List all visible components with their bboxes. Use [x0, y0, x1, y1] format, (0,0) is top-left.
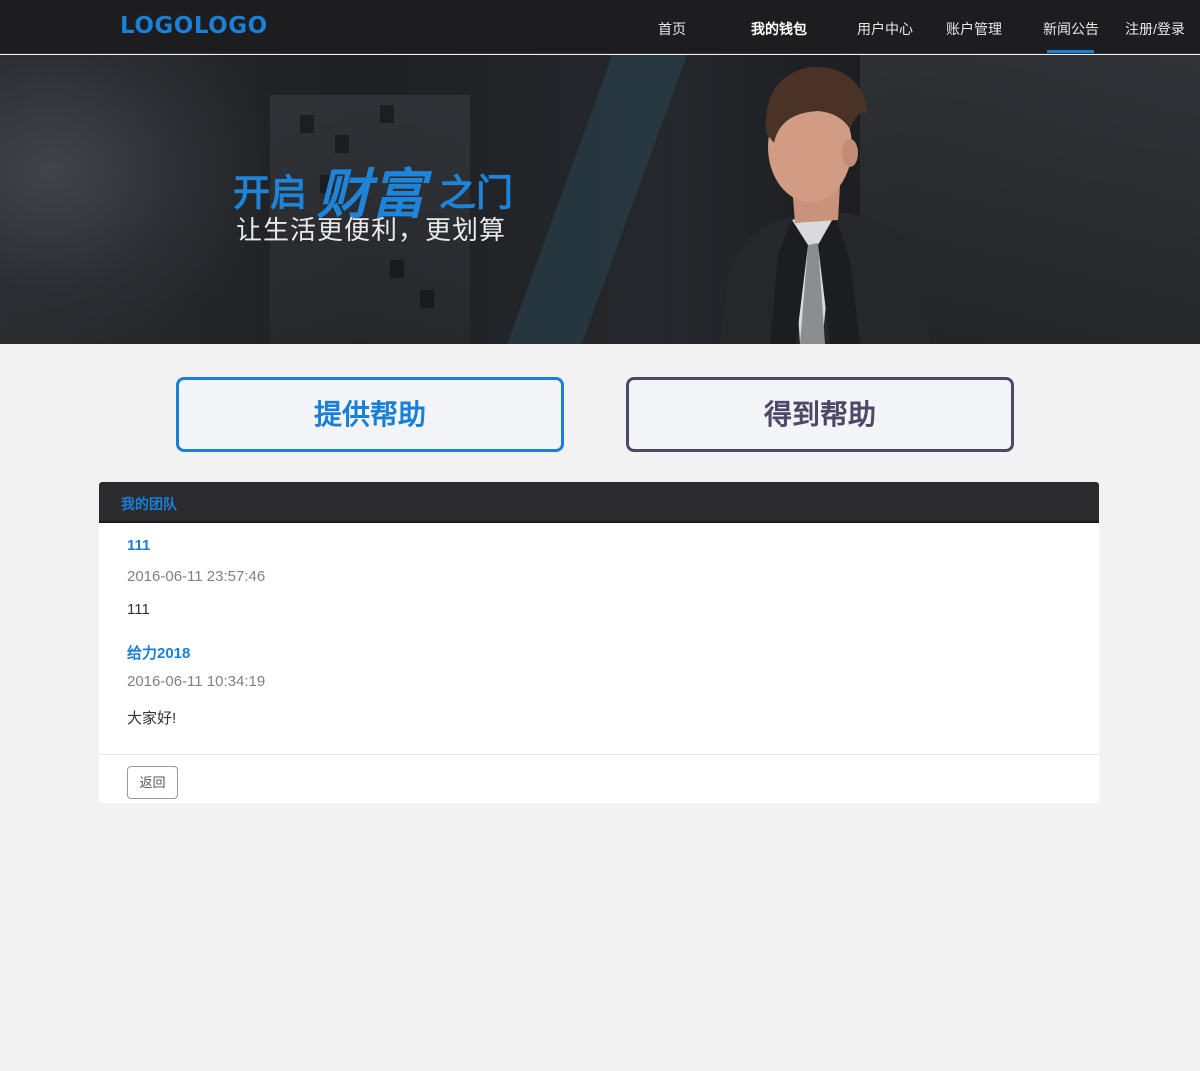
nav-active-indicator — [1047, 50, 1094, 53]
top-navbar: LOGOLOGO 首页 我的钱包 用户中心 账户管理 新闻公告 注册/登录 — [0, 0, 1200, 54]
nav-item-account-management[interactable]: 账户管理 — [946, 19, 1002, 39]
nav-item-user-center[interactable]: 用户中心 — [857, 19, 913, 39]
nav-item-news[interactable]: 新闻公告 — [1043, 19, 1099, 39]
team-panel: 我的团队 111 2016-06-11 23:57:46 111 给力2018 … — [99, 482, 1099, 803]
nav-item-my-wallet[interactable]: 我的钱包 — [751, 19, 807, 39]
panel-header: 我的团队 — [99, 482, 1099, 523]
post-timestamp: 2016-06-11 10:34:19 — [127, 673, 266, 690]
banner-subtitle: 让生活更便利，更划算 — [236, 215, 507, 245]
banner-window-shape — [420, 290, 434, 308]
post-body: 111 — [127, 601, 150, 618]
provide-help-button[interactable]: 提供帮助 — [176, 377, 564, 452]
businessman-image — [720, 66, 930, 344]
post-title[interactable]: 111 — [127, 537, 150, 554]
post-body: 大家好! — [127, 710, 177, 727]
banner-window-shape — [390, 260, 404, 278]
get-help-button[interactable]: 得到帮助 — [626, 377, 1014, 452]
banner-background-stripe — [497, 55, 693, 344]
panel-title: 我的团队 — [121, 496, 177, 512]
banner-window-shape — [300, 115, 314, 133]
banner-headline-part-2: 之门 — [439, 172, 513, 214]
banner-headline-part-1: 开启 — [233, 172, 307, 214]
nav-item-register-login[interactable]: 注册/登录 — [1125, 19, 1185, 39]
banner-window-shape — [380, 105, 394, 123]
post-timestamp: 2016-06-11 23:57:46 — [127, 568, 266, 585]
back-button[interactable]: 返回 — [127, 766, 178, 799]
banner-background-globe — [0, 55, 260, 344]
nav-item-home[interactable]: 首页 — [658, 19, 686, 39]
post-title[interactable]: 给力2018 — [127, 642, 190, 663]
site-logo[interactable]: LOGOLOGO — [120, 13, 268, 39]
panel-divider — [99, 754, 1099, 755]
hero-banner: 开启 财富 之门 让生活更便利，更划算 — [0, 55, 1200, 344]
